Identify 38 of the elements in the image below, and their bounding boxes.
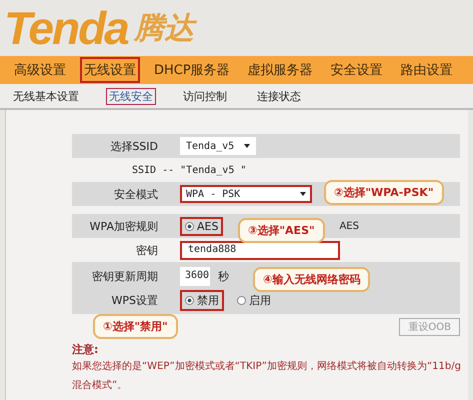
nav-tab[interactable]: 高级设置 [10, 57, 70, 83]
option-label: AES [339, 220, 359, 232]
key-input[interactable]: tenda888 [180, 240, 340, 260]
nav-tab[interactable]: 虚拟服务器 [244, 57, 317, 83]
subnav-tab[interactable]: 连接状态 [254, 88, 304, 104]
radio-button[interactable] [237, 296, 246, 304]
note-text: 如果您选择的是“WEP”加密模式或者“TKIP”加密规则，网络模式将被自动转换为“11b/g混合模式”。 [72, 360, 462, 393]
field-label: 密钥 [135, 242, 159, 258]
caret-icon [244, 144, 250, 148]
callout-bubble: ④输入无线网络密码 [253, 267, 370, 292]
subnav-tab[interactable]: 无线基本设置 [10, 88, 82, 104]
callout-bubble: ②选择"WPA-PSK" [324, 180, 444, 205]
nav-tab[interactable]: 无线设置 [80, 57, 140, 83]
subnav-tab[interactable]: 访问控制 [180, 88, 230, 104]
callout-bubble: ③选择"AES" [238, 218, 325, 243]
radio-option[interactable]: 禁用 [180, 290, 224, 310]
radio-button[interactable] [185, 222, 194, 230]
field-label: 密钥更新周期 [91, 268, 159, 284]
unit-label: 秒 [218, 268, 229, 284]
ssid-caption: SSID -- "Tenda_v5 " [131, 164, 246, 176]
note-title: 注意: [72, 342, 100, 357]
radio-option[interactable]: 启用 [232, 290, 276, 310]
nav-tab[interactable]: DHCP服务器 [150, 57, 234, 83]
field-label: WPA加密规则 [88, 218, 159, 234]
logo-wordmark: Tenda [4, 1, 128, 55]
period-input[interactable]: 3600 [180, 266, 210, 286]
nav-tab[interactable]: 安全设置 [326, 57, 387, 83]
caret-icon [300, 192, 306, 196]
field-label: 选择SSID [109, 138, 159, 154]
field-label: WPS设置 [110, 292, 159, 308]
ssid-select[interactable]: Tenda_v5 [180, 137, 256, 155]
callout-bubble: ①选择"禁用" [93, 314, 178, 339]
field-label: 安全模式 [113, 186, 159, 202]
radio-option[interactable]: AES [180, 216, 224, 236]
subnav-tab[interactable]: 无线安全 [106, 88, 156, 104]
nav-tab[interactable]: 路由设置 [396, 57, 457, 83]
radio-button[interactable] [185, 296, 194, 304]
security-mode-select[interactable]: WPA - PSK [180, 185, 312, 203]
